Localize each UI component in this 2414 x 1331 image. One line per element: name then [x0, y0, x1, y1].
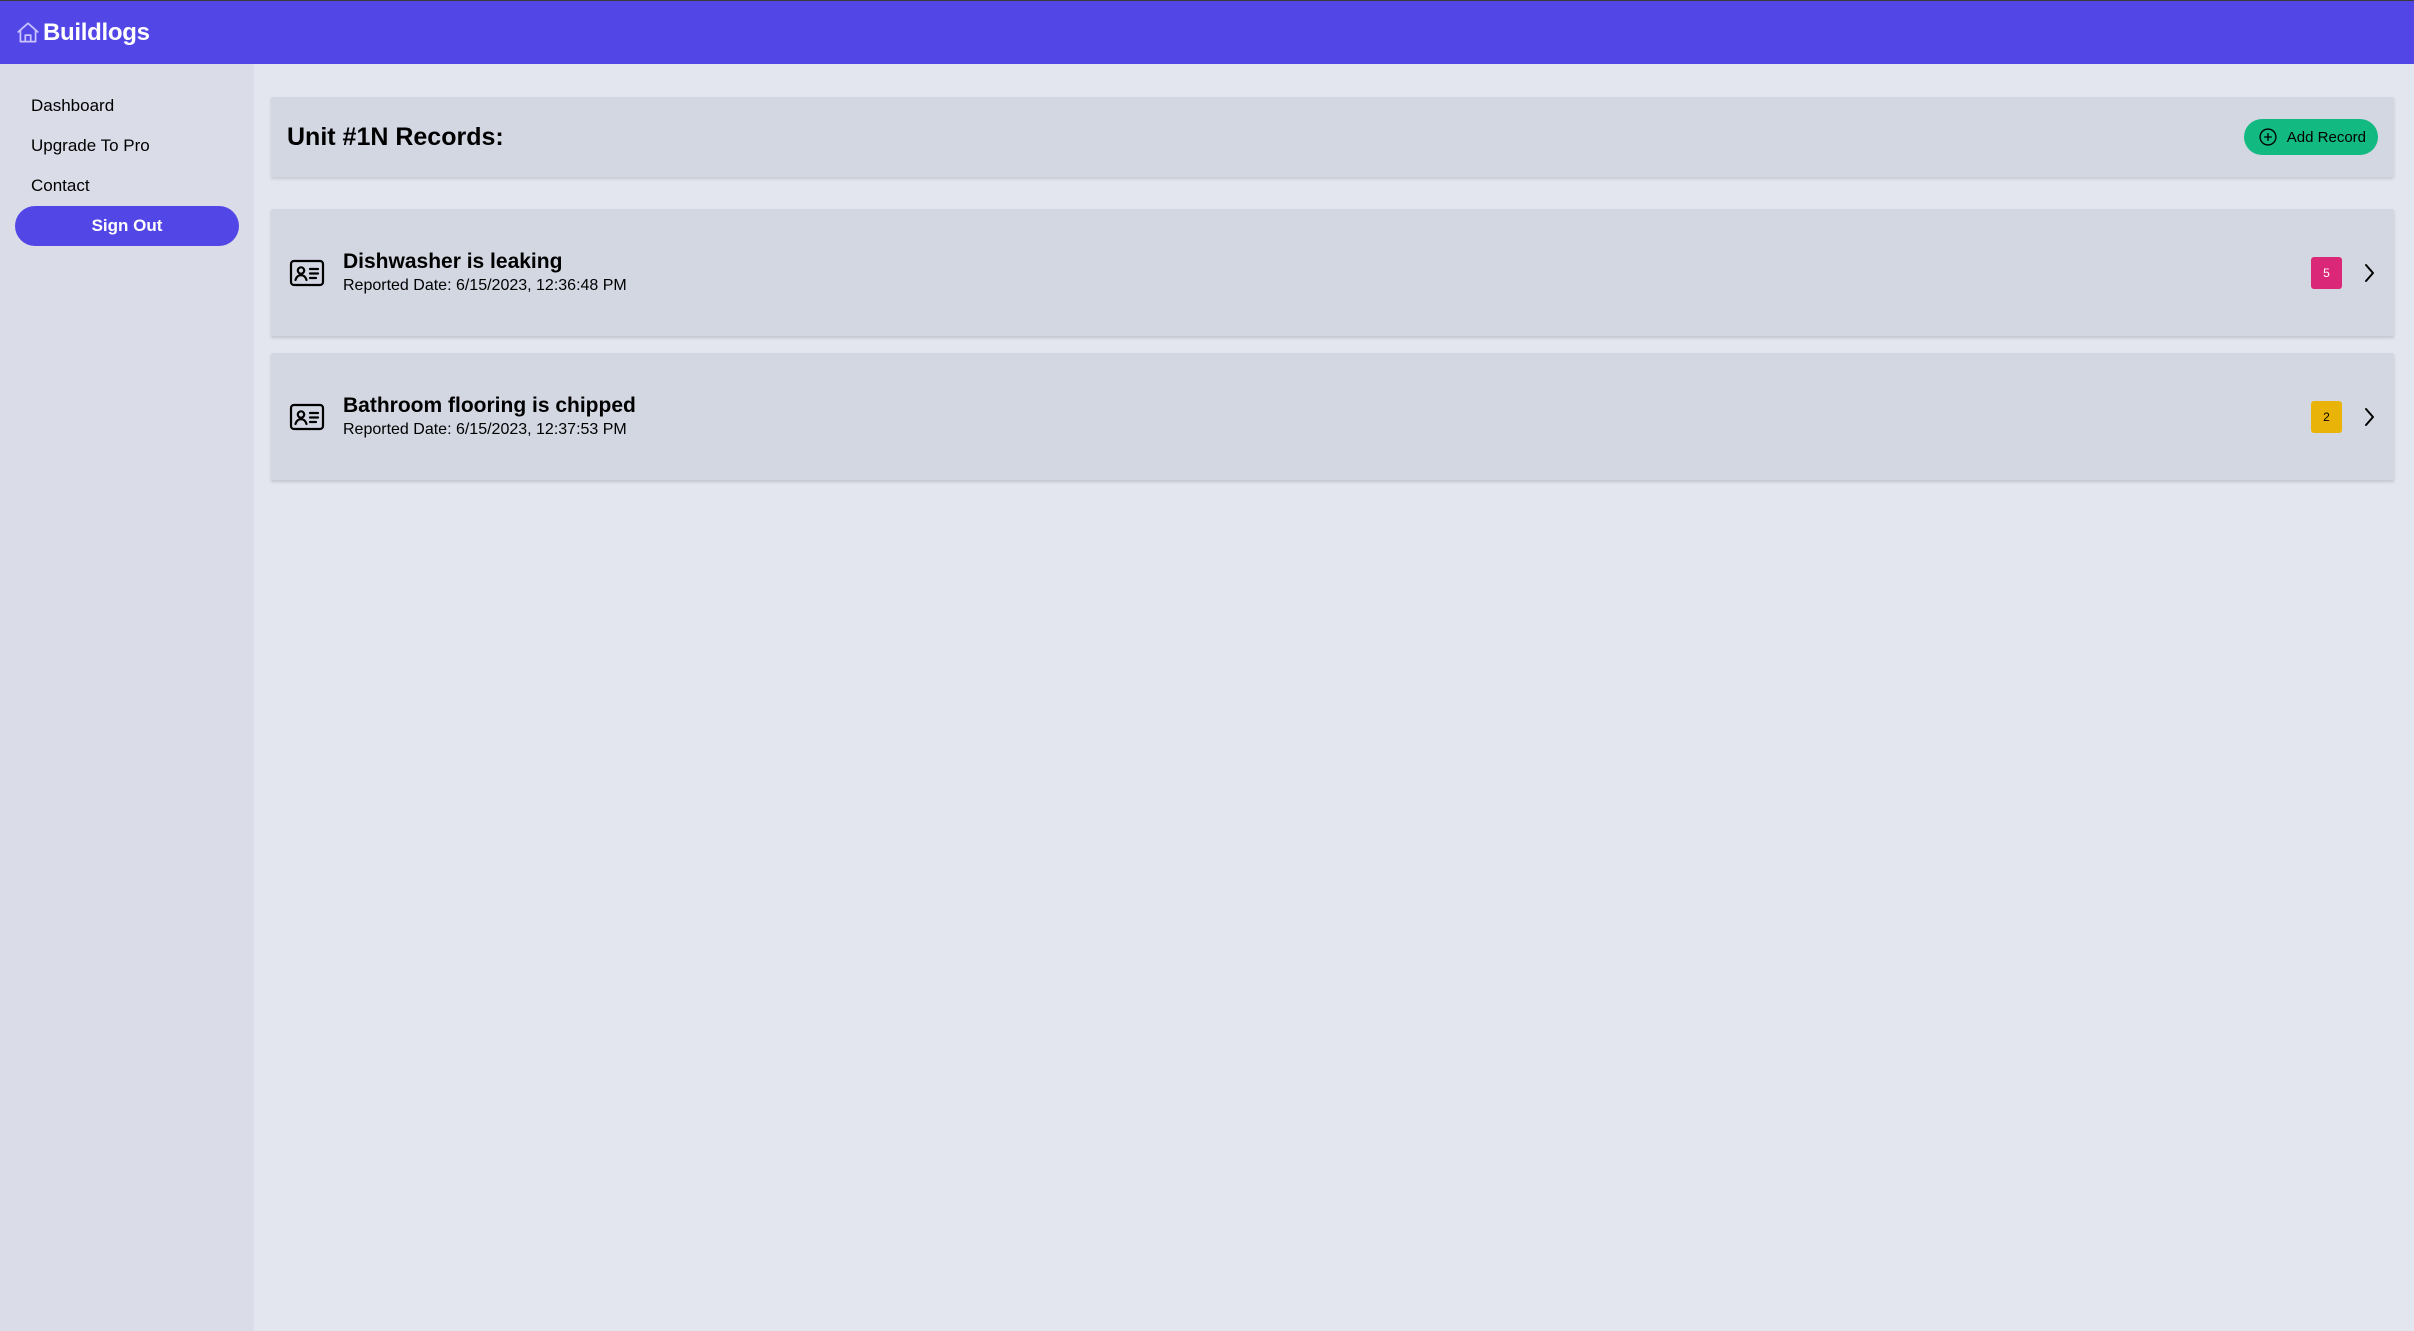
record-meta: 2	[2311, 353, 2376, 480]
record-title: Dishwasher is leaking	[343, 249, 563, 273]
sidebar-item-dashboard[interactable]: Dashboard	[31, 86, 254, 126]
chevron-right-icon[interactable]	[2362, 406, 2376, 428]
app-name: Buildlogs	[43, 18, 150, 46]
record-date: Reported Date: 6/15/2023, 12:37:53 PM	[343, 420, 627, 438]
chevron-right-icon[interactable]	[2362, 262, 2376, 284]
page-title: Unit #1N Records:	[287, 122, 504, 151]
add-record-label: Add Record	[2286, 128, 2366, 146]
record-date: Reported Date: 6/15/2023, 12:36:48 PM	[343, 276, 627, 294]
record-count-badge: 2	[2311, 400, 2342, 433]
main-content: Unit #1N Records: Add Record Dishwasher …	[254, 64, 2414, 1331]
record-title: Bathroom flooring is chipped	[343, 393, 636, 417]
plus-circle-icon	[2259, 128, 2277, 146]
sidebar-item-contact[interactable]: Contact	[31, 166, 254, 206]
top-bar: Buildlogs	[0, 0, 2414, 64]
id-card-icon	[289, 258, 325, 288]
sidebar: Dashboard Upgrade To Pro Contact Sign Ou…	[0, 64, 254, 1331]
record-text: Dishwasher is leaking Reported Date: 6/1…	[343, 249, 627, 297]
record-count-badge: 5	[2311, 256, 2342, 289]
records-header: Unit #1N Records: Add Record	[271, 97, 2394, 177]
record-meta: 5	[2311, 209, 2376, 336]
record-text: Bathroom flooring is chipped Reported Da…	[343, 393, 636, 441]
add-record-button[interactable]: Add Record	[2243, 119, 2378, 155]
sign-out-button[interactable]: Sign Out	[15, 206, 239, 246]
house-icon	[17, 21, 39, 43]
id-card-icon	[289, 402, 325, 432]
sidebar-item-upgrade-to-pro[interactable]: Upgrade To Pro	[31, 126, 254, 166]
record-row[interactable]: Bathroom flooring is chipped Reported Da…	[271, 353, 2394, 480]
brand-logo[interactable]: Buildlogs	[15, 19, 150, 47]
record-row[interactable]: Dishwasher is leaking Reported Date: 6/1…	[271, 209, 2394, 336]
